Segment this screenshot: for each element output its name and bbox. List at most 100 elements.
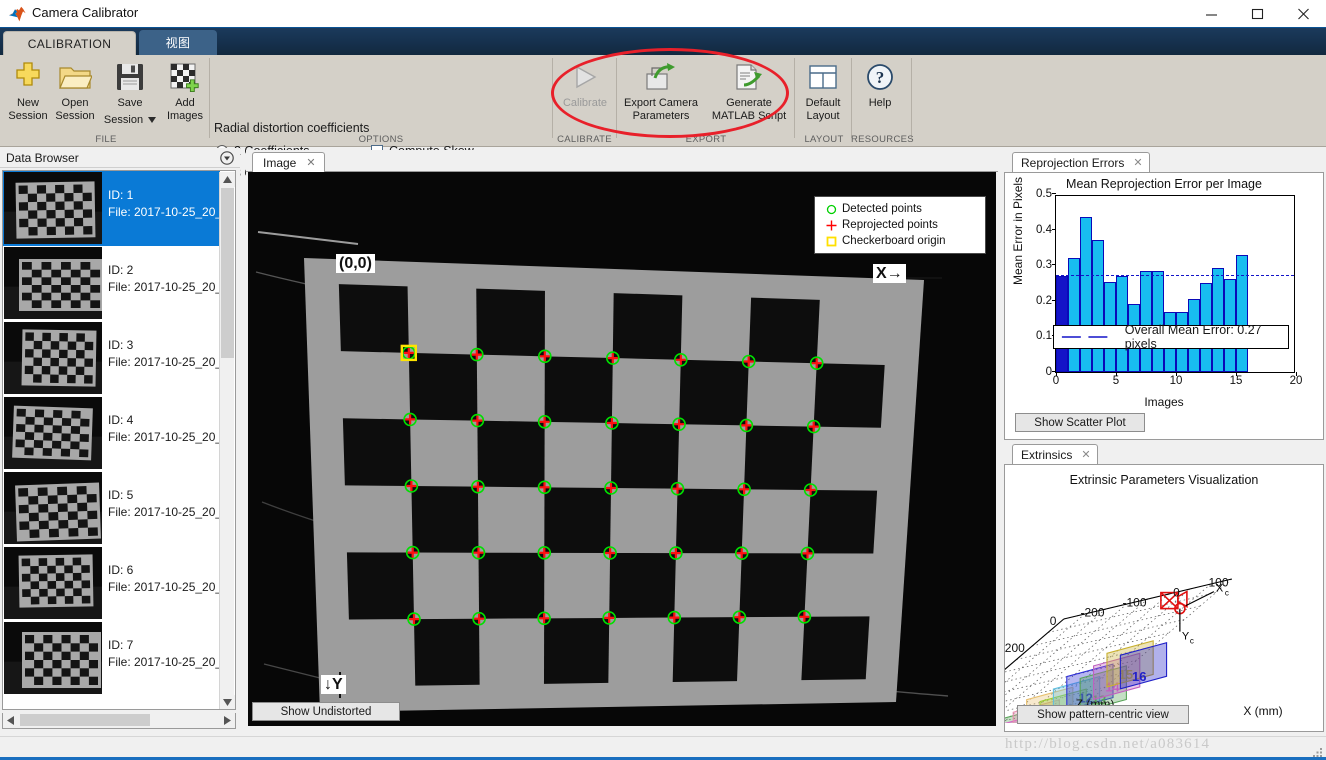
thumbnail: [4, 472, 102, 544]
list-item[interactable]: ID: 3 File: 2017-10-25_20_4: [3, 321, 229, 396]
svg-text:c: c: [1190, 637, 1194, 646]
x-tick-2: 0: [1173, 585, 1180, 599]
open-session-label-1: Open: [61, 97, 89, 109]
calibrate-button[interactable]: Calibrate: [557, 59, 613, 110]
mean-error-line: [1056, 274, 1294, 276]
list-item-id: ID: 1: [108, 188, 134, 202]
group-divider-calibrate: [616, 58, 617, 138]
checkerboard-origin-square-icon: [820, 236, 842, 247]
scroll-left-arrow-icon[interactable]: [3, 713, 18, 727]
save-disk-icon: [115, 59, 145, 95]
generate-matlab-script-button[interactable]: Generate MATLAB Script: [706, 59, 792, 122]
extrinsics-3d-plot[interactable]: 12345678910111213141516 XcYc020040060080…: [1005, 483, 1325, 723]
add-images-label-2: Images: [166, 109, 204, 122]
image-list-vertical-scrollbar[interactable]: [219, 172, 235, 709]
list-item[interactable]: ID: 7 File: 2017-10-25_20_5: [3, 621, 229, 696]
list-item-meta: ID: 7 File: 2017-10-25_20_5: [108, 637, 229, 671]
y-tick-3: 0.3: [1036, 259, 1052, 272]
legend-row-detected: Detected points: [820, 201, 980, 217]
thumbnail: [4, 322, 102, 394]
new-session-button[interactable]: New Session: [3, 59, 53, 122]
add-images-button[interactable]: Add Images: [160, 59, 210, 122]
close-icon[interactable]: ✕: [306, 156, 315, 169]
help-label: Help: [868, 97, 892, 109]
x-axis-label: X (mm): [1243, 704, 1282, 718]
save-session-button[interactable]: Save Session: [99, 59, 161, 126]
scroll-right-arrow-icon[interactable]: [220, 713, 235, 727]
x-tick-3: 100: [1208, 575, 1228, 589]
list-item[interactable]: ID: 2 File: 2017-10-25_20_4: [3, 246, 229, 321]
chevron-down-icon[interactable]: [148, 116, 157, 123]
add-images-label-1: Add: [175, 97, 195, 109]
list-item[interactable]: ID: 1 File: 2017-10-25_20_4: [3, 171, 229, 246]
tab-reprojection-errors-label: Reprojection Errors: [1021, 155, 1125, 170]
mean-line-legend-icon: [1061, 336, 1108, 338]
scroll-down-arrow-icon[interactable]: [220, 695, 235, 709]
minimize-button[interactable]: [1188, 0, 1234, 28]
group-label-calibrate: CALIBRATE: [557, 134, 612, 145]
list-item-id: ID: 2: [108, 263, 134, 277]
group-divider-options: [552, 58, 553, 138]
bar-8[interactable]: [1140, 271, 1152, 372]
help-button[interactable]: ? Help: [855, 59, 905, 110]
tab-calibration-label: CALIBRATION: [27, 36, 112, 51]
tab-view[interactable]: 视图: [139, 30, 217, 55]
export-camera-parameters-button[interactable]: Export Camera Parameters: [618, 59, 704, 122]
bar-14[interactable]: [1212, 268, 1224, 372]
show-pattern-centric-view-button[interactable]: Show pattern-centric view: [1017, 705, 1189, 724]
tab-reprojection-errors[interactable]: Reprojection Errors ✕: [1012, 152, 1150, 172]
close-icon[interactable]: ✕: [1133, 156, 1142, 169]
tab-calibration[interactable]: CALIBRATION: [3, 31, 136, 55]
scroll-up-arrow-icon[interactable]: [220, 172, 235, 187]
image-canvas[interactable]: (0,0) X→ ↓Y Detected points Reprojected …: [248, 172, 996, 726]
show-scatter-plot-button[interactable]: Show Scatter Plot: [1015, 413, 1145, 432]
horizontal-scroll-thumb[interactable]: [20, 714, 150, 726]
image-list-horizontal-scrollbar[interactable]: [2, 713, 236, 729]
list-item-file: File: 2017-10-25_20_5: [108, 655, 229, 669]
maximize-button[interactable]: [1234, 0, 1280, 28]
svg-text:16: 16: [1132, 669, 1146, 684]
chart-legend: Overall Mean Error: 0.27 pixels: [1053, 323, 1289, 351]
vertical-scroll-thumb[interactable]: [221, 188, 234, 358]
list-item-file: File: 2017-10-25_20_4: [108, 580, 229, 594]
y-tick-1: 0.1: [1036, 330, 1052, 343]
legend-label-reprojected: Reprojected points: [842, 219, 938, 231]
extrinsics-panel: Extrinsics ✕ Extrinsic Parameters Visual…: [1002, 442, 1326, 734]
x-tick-0: -200: [1080, 605, 1104, 619]
list-item[interactable]: ID: 6 File: 2017-10-25_20_4: [3, 546, 229, 621]
new-session-label-1: New: [16, 97, 39, 109]
open-session-label-2: Session: [55, 109, 95, 122]
bar-16[interactable]: [1236, 254, 1248, 372]
camera-calibrator-window: Camera Calibrator CALIBRATION 视图 New Ses…: [0, 0, 1326, 760]
group-label-file: FILE: [95, 134, 117, 145]
open-session-button[interactable]: Open Session: [50, 59, 100, 122]
x-tick-3: 15: [1229, 375, 1243, 387]
image-tab-strip: Image ✕: [246, 150, 998, 173]
chart-title: Mean Reprojection Error per Image: [1066, 177, 1262, 191]
show-undistorted-button[interactable]: Show Undistorted: [252, 702, 400, 721]
default-layout-label-1: Default: [805, 97, 841, 109]
export-parameters-label-2: Parameters: [632, 109, 690, 122]
z-tick-1: 200: [1005, 641, 1025, 655]
image-list[interactable]: ID: 1 File: 2017-10-25_20_4 ID: 2 File: …: [2, 170, 236, 710]
list-item-meta: ID: 1 File: 2017-10-25_20_4: [108, 187, 229, 221]
tab-image[interactable]: Image ✕: [252, 152, 325, 173]
bar-1[interactable]: [1056, 275, 1068, 372]
list-item[interactable]: ID: 5 File: 2017-10-25_20_4: [3, 471, 229, 546]
close-icon[interactable]: ✕: [1081, 448, 1090, 461]
default-layout-button[interactable]: Default Layout: [797, 59, 849, 122]
list-item[interactable]: ID: 4 File: 2017-10-25_20_4: [3, 396, 229, 471]
svg-text:Y: Y: [1182, 631, 1190, 643]
chevron-circle-down-icon[interactable]: [220, 151, 234, 165]
close-button[interactable]: [1280, 0, 1326, 28]
x-axis-tag: X→: [873, 264, 906, 283]
z-tick-0: 0: [1050, 614, 1057, 628]
list-item-file: File: 2017-10-25_20_4: [108, 355, 229, 369]
play-triangle-icon: [569, 59, 601, 95]
bar-9[interactable]: [1152, 271, 1164, 372]
x-tick-2: 10: [1169, 375, 1183, 387]
image-legend: Detected points Reprojected points Check…: [814, 196, 986, 254]
tab-extrinsics[interactable]: Extrinsics ✕: [1012, 444, 1098, 464]
reprojection-chart-body: Mean Reprojection Error per Image Mean E…: [1004, 172, 1324, 440]
bar-4[interactable]: [1092, 240, 1104, 372]
